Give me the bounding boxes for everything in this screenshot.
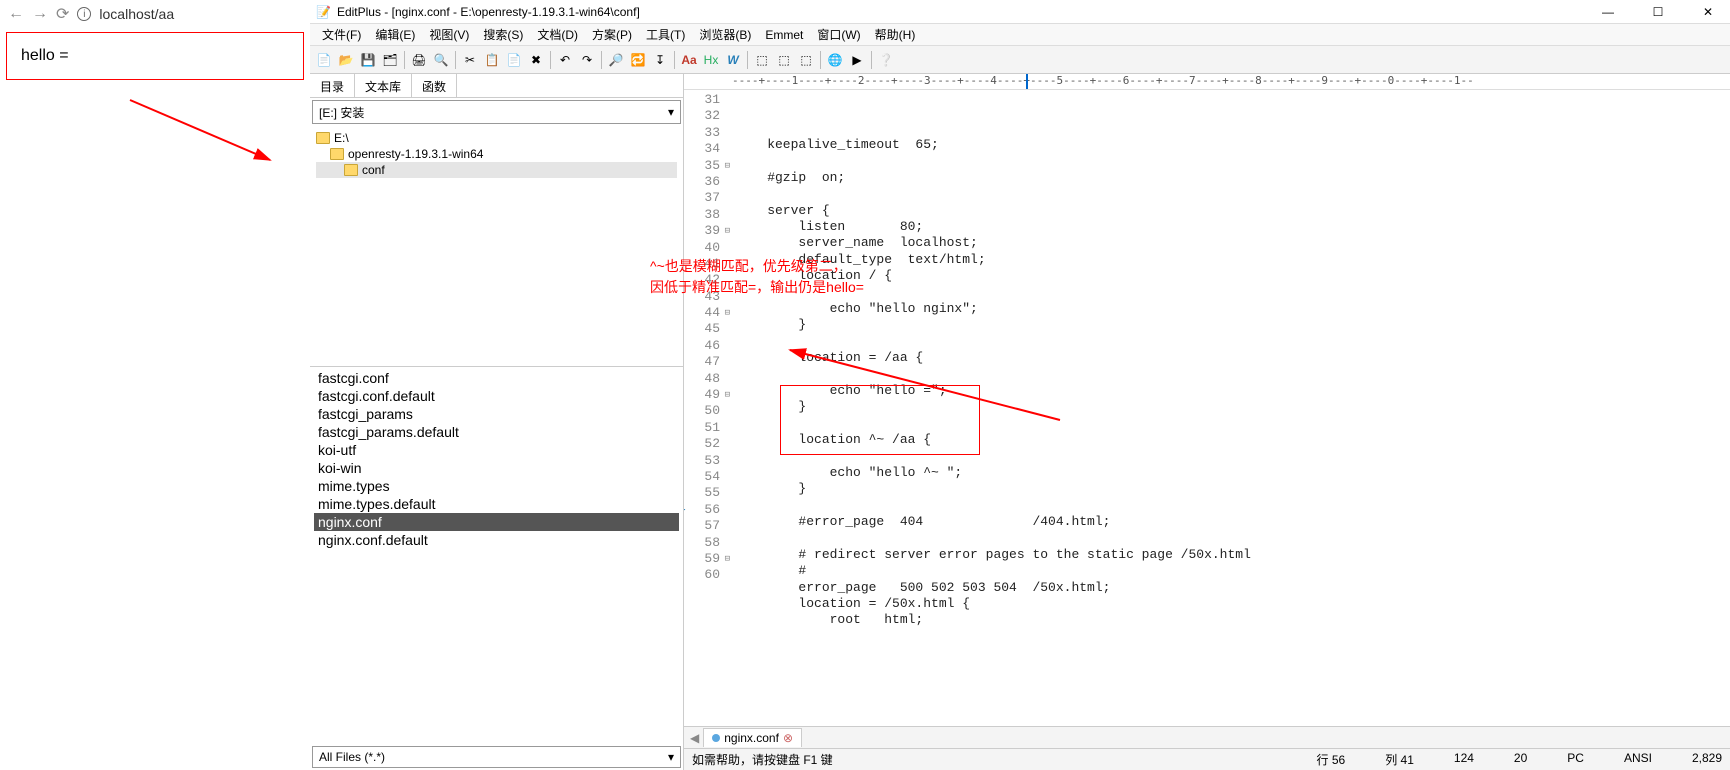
browser-icon[interactable]: 🌐 <box>825 50 845 70</box>
window-title: EditPlus - [nginx.conf - E:\openresty-1.… <box>337 5 640 19</box>
folder-icon <box>330 148 344 160</box>
side-panel: 目录文本库函数 [E:] 安装▾ E:\openresty-1.19.3.1-w… <box>310 74 684 770</box>
browser-window: ← → ⟳ i localhost/aa hello = <box>0 0 310 100</box>
status-line: 行 56 <box>1317 751 1346 768</box>
menu-item[interactable]: Emmet <box>759 26 809 44</box>
menu-item[interactable]: 视图(V) <box>423 24 475 45</box>
app-icon: 📝 <box>316 5 331 19</box>
status-v1: 124 <box>1454 751 1474 768</box>
drive-select[interactable]: [E:] 安装▾ <box>312 100 681 124</box>
menu-item[interactable]: 文件(F) <box>316 24 367 45</box>
doc-tab[interactable]: nginx.conf ⊗ <box>703 728 802 747</box>
url-text[interactable]: localhost/aa <box>99 6 174 22</box>
file-item[interactable]: nginx.conf.default <box>314 531 679 549</box>
save-icon[interactable]: 💾 <box>358 50 378 70</box>
file-list[interactable]: fastcgi.conffastcgi.conf.defaultfastcgi_… <box>310 366 683 744</box>
word-wrap-icon[interactable]: W <box>723 50 743 70</box>
file-filter[interactable]: All Files (*.*)▾ <box>312 746 681 768</box>
help-icon[interactable]: ❔ <box>876 50 896 70</box>
menu-item[interactable]: 文档(D) <box>531 24 584 45</box>
status-help: 如需帮助，请按键盘 F1 键 <box>692 751 833 768</box>
print-icon[interactable]: 🖨 <box>409 50 429 70</box>
view-tool3-icon[interactable]: ⬚ <box>796 50 816 70</box>
back-icon[interactable]: ← <box>8 5 24 23</box>
toolbar: 📄 📂 💾 🗂 🖨 🔍 ✂ 📋 📄 ✖ ↶ ↷ 🔎 🔁 ↧ Aa Hx W ⬚ … <box>310 46 1730 74</box>
copy-icon[interactable]: 📋 <box>482 50 502 70</box>
file-item[interactable]: koi-utf <box>314 441 679 459</box>
status-v2: 20 <box>1514 751 1527 768</box>
maximize-button[interactable]: ☐ <box>1640 2 1676 22</box>
close-tab-icon[interactable]: ⊗ <box>783 731 793 745</box>
goto-icon[interactable]: ↧ <box>650 50 670 70</box>
folder-tree[interactable]: E:\openresty-1.19.3.1-win64conf <box>310 126 683 366</box>
close-button[interactable]: ✕ <box>1690 2 1726 22</box>
file-item[interactable]: koi-win <box>314 459 679 477</box>
side-tab[interactable]: 函数 <box>412 74 457 97</box>
status-size: 2,829 <box>1692 751 1722 768</box>
window-titlebar: 📝 EditPlus - [nginx.conf - E:\openresty-… <box>310 0 1730 24</box>
cut-icon[interactable]: ✂ <box>460 50 480 70</box>
hex-icon[interactable]: Hx <box>701 50 721 70</box>
file-item[interactable]: nginx.conf <box>314 513 679 531</box>
menu-item[interactable]: 编辑(E) <box>369 24 421 45</box>
new-file-icon[interactable]: 📄 <box>314 50 334 70</box>
redo-icon[interactable]: ↷ <box>577 50 597 70</box>
delete-icon[interactable]: ✖ <box>526 50 546 70</box>
line-gutter: 3132333435363738394041424344454647484950… <box>684 90 732 726</box>
menu-item[interactable]: 窗口(W) <box>811 24 866 45</box>
tree-item[interactable]: openresty-1.19.3.1-win64 <box>316 146 677 162</box>
status-enc: ANSI <box>1624 751 1652 768</box>
file-item[interactable]: mime.types <box>314 477 679 495</box>
document-tabs: ◀ nginx.conf ⊗ <box>684 726 1730 748</box>
paste-icon[interactable]: 📄 <box>504 50 524 70</box>
view-tool-icon[interactable]: ⬚ <box>752 50 772 70</box>
undo-icon[interactable]: ↶ <box>555 50 575 70</box>
menu-bar: 文件(F)编辑(E)视图(V)搜索(S)文档(D)方案(P)工具(T)浏览器(B… <box>310 24 1730 46</box>
code-editor[interactable]: 3132333435363738394041424344454647484950… <box>684 90 1730 726</box>
code-text[interactable]: keepalive_timeout 65; #gzip on; server {… <box>732 90 1730 726</box>
status-bar: 如需帮助，请按键盘 F1 键 行 56 列 41 124 20 PC ANSI … <box>684 748 1730 770</box>
page-output: hello = <box>21 47 69 64</box>
chevron-down-icon: ▾ <box>668 750 674 764</box>
open-file-icon[interactable]: 📂 <box>336 50 356 70</box>
status-col: 列 41 <box>1385 751 1414 768</box>
save-all-icon[interactable]: 🗂 <box>380 50 400 70</box>
menu-item[interactable]: 浏览器(B) <box>693 24 757 45</box>
find-icon[interactable]: 🔎 <box>606 50 626 70</box>
browser-address-bar: ← → ⟳ i localhost/aa <box>0 0 310 28</box>
browser-page-body: hello = <box>6 32 304 80</box>
ruler: ----+----1----+----2----+----3----+----4… <box>684 74 1730 90</box>
editplus-window: 📝 EditPlus - [nginx.conf - E:\openresty-… <box>310 0 1730 770</box>
file-item[interactable]: mime.types.default <box>314 495 679 513</box>
replace-icon[interactable]: 🔁 <box>628 50 648 70</box>
menu-item[interactable]: 工具(T) <box>640 24 691 45</box>
side-tab[interactable]: 文本库 <box>355 74 412 97</box>
chevron-down-icon: ▾ <box>668 105 674 119</box>
file-item[interactable]: fastcgi.conf <box>314 369 679 387</box>
status-mode: PC <box>1567 751 1584 768</box>
view-tool2-icon[interactable]: ⬚ <box>774 50 794 70</box>
tree-item[interactable]: E:\ <box>316 130 677 146</box>
editor-pane: ----+----1----+----2----+----3----+----4… <box>684 74 1730 770</box>
folder-icon <box>316 132 330 144</box>
menu-item[interactable]: 帮助(H) <box>869 24 922 45</box>
side-tabs: 目录文本库函数 <box>310 74 683 98</box>
menu-item[interactable]: 方案(P) <box>586 24 638 45</box>
site-info-icon[interactable]: i <box>77 7 91 21</box>
file-item[interactable]: fastcgi.conf.default <box>314 387 679 405</box>
file-item[interactable]: fastcgi_params.default <box>314 423 679 441</box>
forward-icon[interactable]: → <box>32 5 48 23</box>
tree-item[interactable]: conf <box>316 162 677 178</box>
print-preview-icon[interactable]: 🔍 <box>431 50 451 70</box>
modified-dot-icon <box>712 734 720 742</box>
minimize-button[interactable]: — <box>1590 2 1626 22</box>
run-icon[interactable]: ▶ <box>847 50 867 70</box>
reload-icon[interactable]: ⟳ <box>56 4 69 24</box>
side-tab[interactable]: 目录 <box>310 74 355 97</box>
file-item[interactable]: fastcgi_params <box>314 405 679 423</box>
folder-icon <box>344 164 358 176</box>
menu-item[interactable]: 搜索(S) <box>477 24 529 45</box>
annotation-text: ^~也是模糊匹配，优先级第二， 因低于精准匹配=，输出仍是hello= <box>650 256 864 298</box>
font-aa-icon[interactable]: Aa <box>679 50 699 70</box>
